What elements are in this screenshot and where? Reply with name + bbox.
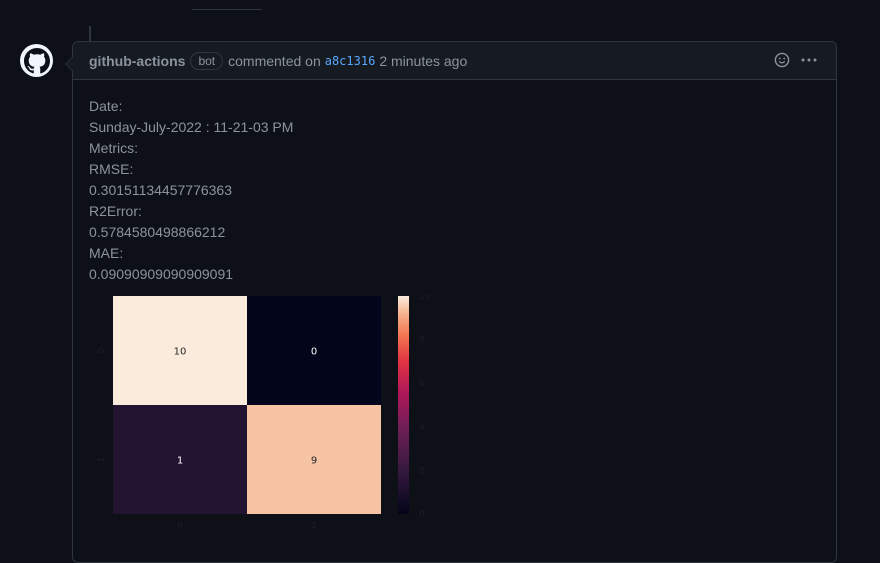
colorbar-tick-label: 0 bbox=[419, 510, 425, 520]
colorbar-tick-label: 8 bbox=[419, 336, 425, 346]
date-value: Sunday-July-2022 : 11-21-03 PM bbox=[89, 119, 294, 135]
rmse-label: RMSE: bbox=[89, 161, 134, 177]
smiley-icon[interactable] bbox=[774, 52, 790, 68]
comment-container: github-actions bot commented on a8c1316 … bbox=[65, 41, 837, 563]
confusion-matrix-heatmap: 10 01 90 1010246810 bbox=[97, 294, 431, 531]
author-link[interactable]: github-actions bbox=[89, 53, 185, 69]
colorbar bbox=[398, 296, 409, 514]
r2error-label: R2Error: bbox=[89, 203, 142, 219]
top-divider bbox=[192, 9, 262, 10]
heatmap-cell-label: 1 bbox=[177, 456, 183, 467]
x-tick-label: 1 bbox=[311, 521, 317, 531]
bot-badge: bot bbox=[190, 51, 224, 70]
header-actions bbox=[774, 52, 818, 68]
github-logo-icon bbox=[23, 47, 50, 73]
mae-value: 0.09090909090909091 bbox=[89, 266, 234, 282]
colorbar-tick-label: 2 bbox=[419, 466, 425, 476]
metrics-label: Metrics: bbox=[89, 140, 138, 156]
kebab-menu-icon[interactable] bbox=[800, 52, 818, 68]
heatmap-cell-label: 9 bbox=[311, 456, 317, 467]
heatmap-cell-label: 0 bbox=[311, 347, 317, 358]
y-tick-label: 1 bbox=[97, 457, 107, 463]
colorbar-tick-label: 4 bbox=[419, 423, 425, 433]
y-tick-label: 0 bbox=[97, 347, 107, 353]
mae-label: MAE: bbox=[89, 245, 124, 261]
r2error-value: 0.5784580498866212 bbox=[89, 224, 226, 240]
action-text: commented on bbox=[228, 52, 321, 69]
commit-link[interactable]: a8c1316 bbox=[325, 54, 376, 68]
github-avatar[interactable] bbox=[20, 44, 53, 77]
colorbar-tick-label: 6 bbox=[419, 379, 425, 389]
colorbar-tick-label: 10 bbox=[419, 294, 431, 302]
date-label: Date: bbox=[89, 98, 123, 114]
x-tick-label: 0 bbox=[177, 521, 183, 531]
timeline-connector bbox=[89, 26, 91, 42]
timestamp-link[interactable]: 2 minutes ago bbox=[379, 53, 467, 69]
heatmap-cell-label: 10 bbox=[174, 347, 187, 358]
comment-body: Date: Sunday-July-2022 : 11-21-03 PM Met… bbox=[73, 80, 836, 285]
comment-header: github-actions bot commented on a8c1316 … bbox=[73, 42, 836, 80]
rmse-value: 0.30151134457776363 bbox=[89, 182, 233, 198]
